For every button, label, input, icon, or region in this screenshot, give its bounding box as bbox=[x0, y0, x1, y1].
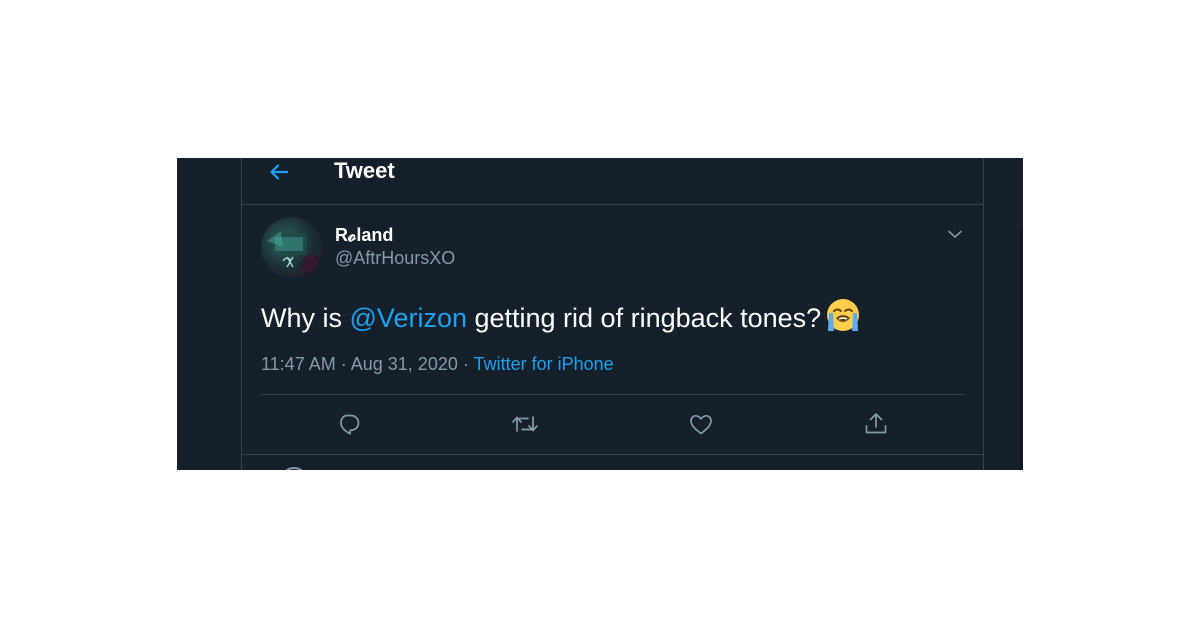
loudly-crying-face-icon bbox=[825, 297, 861, 342]
tweet-source-link[interactable]: Twitter for iPhone bbox=[474, 354, 614, 374]
chevron-down-icon bbox=[948, 230, 962, 238]
scrollbar-track[interactable] bbox=[1020, 228, 1023, 470]
tweet-text-start: Why is bbox=[261, 303, 350, 333]
tweet-text-end: getting rid of ringback tones? bbox=[466, 303, 822, 333]
tweet-time[interactable]: 11:47 AM bbox=[261, 354, 336, 374]
tweet-date[interactable]: Aug 31, 2020 bbox=[351, 354, 458, 374]
retweet-button[interactable] bbox=[510, 409, 540, 439]
like-button[interactable] bbox=[686, 409, 716, 439]
reply-button[interactable] bbox=[334, 409, 364, 439]
share-icon bbox=[865, 413, 887, 434]
retweet-icon bbox=[512, 416, 538, 432]
arrow-left-icon bbox=[270, 164, 289, 180]
tweet-column: Tweet R𝓸land @AftrHoursXO Why is @Verizo… bbox=[241, 158, 984, 470]
avatar[interactable] bbox=[261, 217, 322, 278]
back-button[interactable] bbox=[264, 159, 294, 185]
reply-icon bbox=[340, 414, 360, 435]
share-button[interactable] bbox=[861, 409, 891, 439]
twitter-screenshot: Tweet R𝓸land @AftrHoursXO Why is @Verizo… bbox=[177, 158, 1023, 470]
page-header: Tweet bbox=[242, 158, 983, 205]
more-options-button[interactable] bbox=[942, 221, 968, 247]
page-title: Tweet bbox=[334, 158, 395, 183]
tweet-meta: 11:47 AM · Aug 31, 2020 · Twitter for iP… bbox=[261, 353, 614, 375]
tweet-detail: R𝓸land @AftrHoursXO Why is @Verizon gett… bbox=[242, 205, 983, 455]
display-name[interactable]: R𝓸land bbox=[335, 224, 393, 246]
actions-divider bbox=[261, 394, 965, 395]
avatar-image bbox=[267, 231, 321, 275]
user-handle[interactable]: @AftrHoursXO bbox=[335, 247, 455, 269]
meta-separator-2: · bbox=[462, 354, 469, 374]
heart-icon bbox=[690, 414, 712, 435]
meta-separator: · bbox=[340, 354, 347, 374]
mention-link[interactable]: @Verizon bbox=[350, 303, 467, 333]
tweet-text: Why is @Verizon getting rid of ringback … bbox=[261, 297, 861, 342]
next-reply-avatar[interactable] bbox=[280, 467, 308, 470]
